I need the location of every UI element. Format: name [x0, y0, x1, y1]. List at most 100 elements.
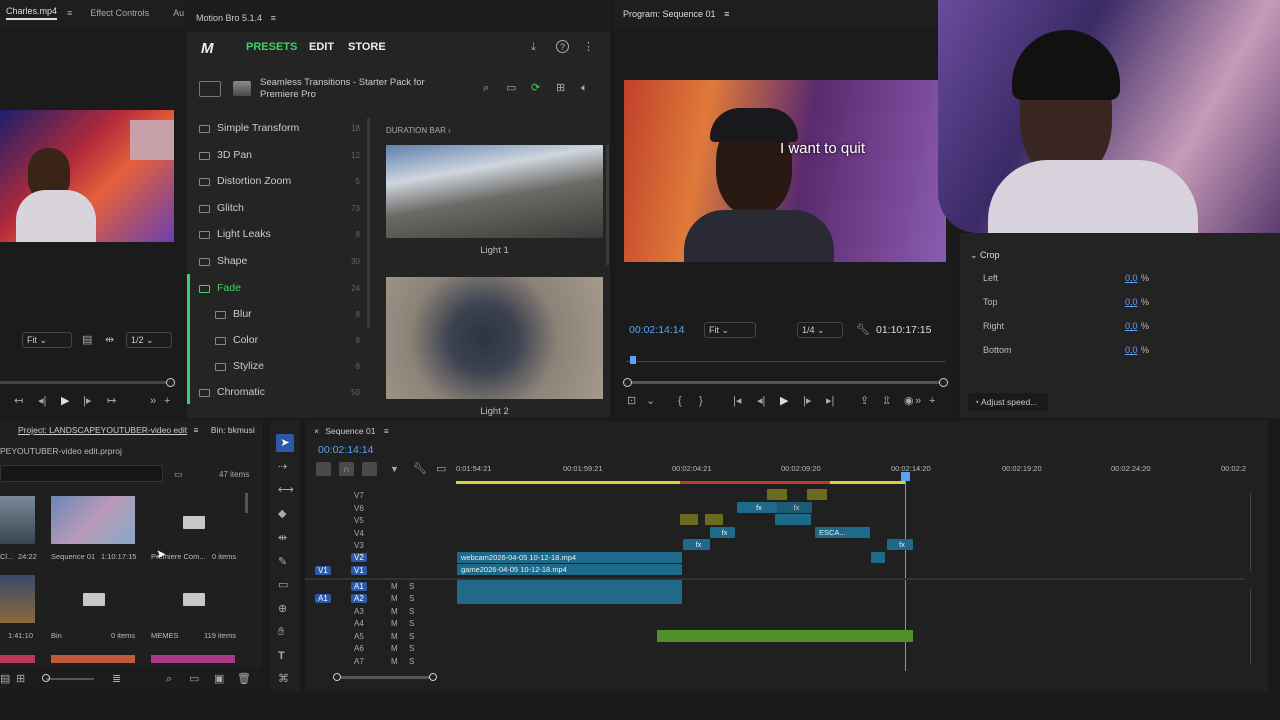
project-item-thumbnail[interactable] [51, 496, 135, 544]
close-icon[interactable]: × [314, 426, 319, 436]
mark-out-icon[interactable]: ↦ [107, 395, 116, 407]
source-scrub-handle[interactable] [166, 378, 175, 387]
settings-icon[interactable]: ▤ [82, 334, 92, 346]
search-icon[interactable]: ⌕ [483, 82, 489, 94]
track-label-a4[interactable]: A4 [354, 619, 364, 628]
clip-adjustment[interactable] [775, 514, 811, 525]
zoom-tool-icon[interactable]: ⊕ [278, 603, 287, 615]
solo-button[interactable]: S [409, 657, 414, 666]
mark-in-icon[interactable]: { [678, 395, 682, 407]
program-timecode[interactable]: 00:02:14:14 [629, 324, 684, 336]
clip-adjustment[interactable] [807, 489, 827, 500]
track-divider[interactable] [305, 578, 1245, 580]
find-icon[interactable]: ⌕ [166, 673, 172, 685]
hamburger-icon[interactable]: ≡ [271, 13, 276, 23]
nav-edit[interactable]: EDIT [309, 41, 334, 53]
solo-button[interactable]: S [409, 582, 414, 591]
program-scrubber[interactable] [626, 381, 944, 384]
mute-button[interactable]: M [391, 619, 398, 628]
category-distortion-zoom[interactable]: Distortion Zoom 5 [188, 168, 368, 194]
clip-fx[interactable]: fx [777, 502, 812, 513]
grid-icon[interactable]: ⊞ [556, 82, 565, 94]
type-tool-icon[interactable]: T [278, 650, 285, 662]
clip-fx[interactable]: fx [737, 502, 777, 513]
track-label-a3[interactable]: A3 [354, 607, 364, 616]
timeline-zoom-handle-left[interactable] [333, 673, 341, 681]
sort-icon[interactable]: ≣ [112, 673, 121, 685]
mute-button[interactable]: M [391, 607, 398, 616]
clip-adjustment[interactable] [705, 514, 723, 525]
wrench-icon[interactable]: 🔧︎ [856, 324, 870, 336]
lift-icon[interactable]: ⇪ [860, 395, 869, 407]
category-3d-pan[interactable]: 3D Pan 12 [188, 142, 368, 168]
project-item-thumbnail[interactable] [0, 655, 35, 663]
menu-icon[interactable]: ⋮ [583, 41, 594, 53]
video-scrollbar[interactable] [1250, 493, 1251, 571]
program-ratio-dropdown[interactable]: 1/4 ⌄ [797, 322, 843, 338]
clip-fx[interactable]: fx [710, 527, 735, 538]
source-fit-dropdown[interactable]: Fit ⌄ [22, 332, 72, 348]
folder-icon[interactable] [183, 593, 205, 606]
solo-button[interactable]: S [409, 644, 414, 653]
nest-icon[interactable] [316, 462, 331, 476]
clip-adjustment[interactable] [767, 489, 787, 500]
clip-esca[interactable]: ESCA... [815, 527, 870, 538]
program-title[interactable]: Program: Sequence 01 [623, 9, 716, 19]
source-scrubber[interactable] [0, 381, 172, 384]
icon-view-icon[interactable]: ⊞ [16, 673, 25, 685]
expand-icon[interactable]: » [261, 425, 262, 435]
category-glitch[interactable]: Glitch 73 [188, 195, 368, 221]
program-scrub-handle-right[interactable] [939, 378, 948, 387]
track-label-v2[interactable]: V2 [351, 553, 367, 562]
go-to-out-icon[interactable]: ▸| [826, 395, 834, 407]
download-icon[interactable]: ⤓ [531, 41, 536, 53]
mute-button[interactable]: M [391, 632, 398, 641]
category-fade[interactable]: Fade 24 [188, 275, 368, 301]
screen-icon[interactable]: ▭ [506, 82, 516, 94]
preview-light-1[interactable] [386, 145, 603, 238]
timeline-zoom-handle-right[interactable] [429, 673, 437, 681]
razor-icon[interactable]: ◆ [278, 508, 286, 520]
tab-project[interactable]: Project: LANDSCAPEYOUTUBER-video edit [18, 425, 187, 435]
crop-label[interactable]: ⌄ Crop [970, 250, 1000, 261]
track-label-v6[interactable]: V6 [354, 504, 364, 513]
hamburger-icon[interactable]: ≡ [67, 8, 72, 18]
tab-sequence[interactable]: Sequence 01 [325, 426, 375, 436]
nav-presets[interactable]: PRESETS [246, 41, 297, 53]
go-to-in-icon[interactable]: |◂ [733, 395, 741, 407]
project-item-thumbnail[interactable] [0, 496, 35, 544]
category-chromatic[interactable]: Chromatic 50 [188, 379, 368, 405]
mark-out-icon[interactable]: } [699, 395, 703, 407]
add-icon[interactable]: + [929, 395, 935, 407]
track-label-a5[interactable]: A5 [354, 632, 364, 641]
mute-button[interactable]: M [391, 657, 398, 666]
project-item-thumbnail[interactable] [151, 655, 235, 663]
track-label-v4[interactable]: V4 [354, 529, 364, 538]
new-item-icon[interactable]: ▣ [214, 673, 224, 685]
program-playhead[interactable] [630, 356, 636, 364]
solo-button[interactable]: S [409, 594, 414, 603]
clip-game[interactable]: game2026-04-05 10-12-18.mp4 [457, 564, 682, 575]
category-shape[interactable]: Shape 30 [188, 248, 368, 274]
category-blur[interactable]: Blur 8 [188, 301, 368, 327]
project-item-thumbnail[interactable] [0, 575, 35, 623]
step-forward-icon[interactable]: |▸ [803, 395, 811, 407]
clip-music[interactable] [657, 630, 913, 642]
crop-top-value[interactable]: 0,0 [1125, 297, 1138, 307]
mute-button[interactable]: M [391, 644, 398, 653]
nav-store[interactable]: STORE [348, 41, 386, 53]
step-back-icon[interactable]: ◂| [38, 395, 46, 407]
mute-button[interactable]: M [391, 594, 398, 603]
zoom-slider-handle[interactable] [42, 674, 50, 682]
sync-icon[interactable]: ⟳ [531, 82, 540, 94]
preview-scrollbar[interactable] [606, 145, 609, 265]
linked-selection-icon[interactable] [362, 462, 377, 476]
hamburger-icon[interactable]: ≡ [194, 425, 199, 435]
zoom-slider[interactable] [46, 678, 94, 680]
folder-icon[interactable] [183, 516, 205, 529]
playhead-marker[interactable] [901, 472, 910, 481]
hamburger-icon[interactable]: ≡ [724, 9, 729, 19]
export-frame-icon[interactable]: ◉ [904, 395, 914, 407]
new-bin-icon[interactable]: ▭ [189, 673, 199, 685]
trash-icon[interactable]: 🗑︎ [237, 673, 251, 685]
